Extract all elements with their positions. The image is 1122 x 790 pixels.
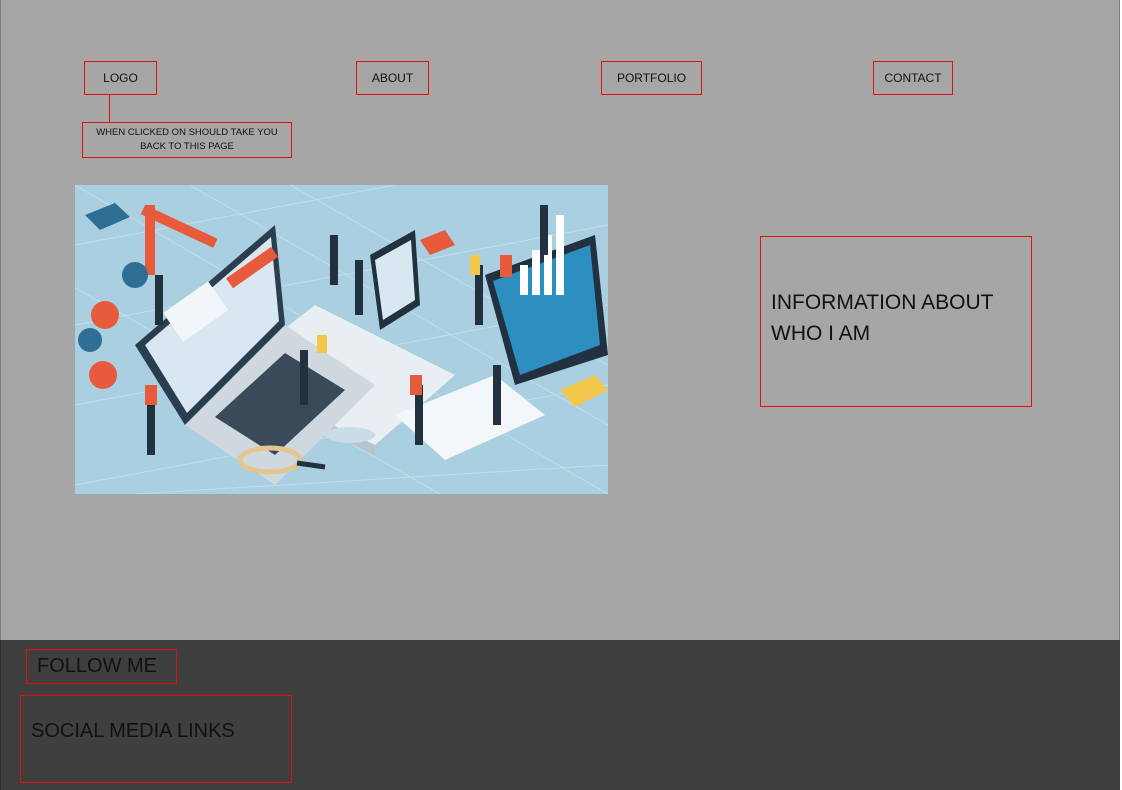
- about-label: ABOUT: [371, 71, 414, 85]
- follow-me-text: FOLLOW ME: [37, 655, 158, 677]
- logo-note-connector: [109, 95, 110, 122]
- wireframe-page: LOGO WHEN CLICKED ON SHOULD TAKE YOU BAC…: [0, 0, 1120, 640]
- footer: FOLLOW ME SOCIAL MEDIA LINKS: [0, 640, 1120, 790]
- logo-note-text: WHEN CLICKED ON SHOULD TAKE YOU BACK TO …: [96, 127, 278, 152]
- contact-nav-box[interactable]: CONTACT: [873, 61, 953, 95]
- hero-illustration: [75, 185, 608, 494]
- info-text: INFORMATION ABOUT WHO I AM: [771, 291, 994, 345]
- about-nav-box[interactable]: ABOUT: [356, 61, 429, 95]
- info-box: INFORMATION ABOUT WHO I AM: [760, 236, 1032, 407]
- social-links-box[interactable]: SOCIAL MEDIA LINKS: [20, 695, 292, 783]
- logo-nav-box[interactable]: LOGO: [84, 61, 157, 95]
- portfolio-nav-box[interactable]: PORTFOLIO: [601, 61, 702, 95]
- hero-image: [75, 185, 608, 494]
- social-links-text: SOCIAL MEDIA LINKS: [31, 720, 235, 742]
- logo-label: LOGO: [103, 71, 138, 85]
- portfolio-label: PORTFOLIO: [616, 71, 687, 85]
- contact-label: CONTACT: [884, 71, 942, 85]
- follow-me-box: FOLLOW ME: [26, 649, 177, 684]
- logo-note-box: WHEN CLICKED ON SHOULD TAKE YOU BACK TO …: [82, 122, 292, 158]
